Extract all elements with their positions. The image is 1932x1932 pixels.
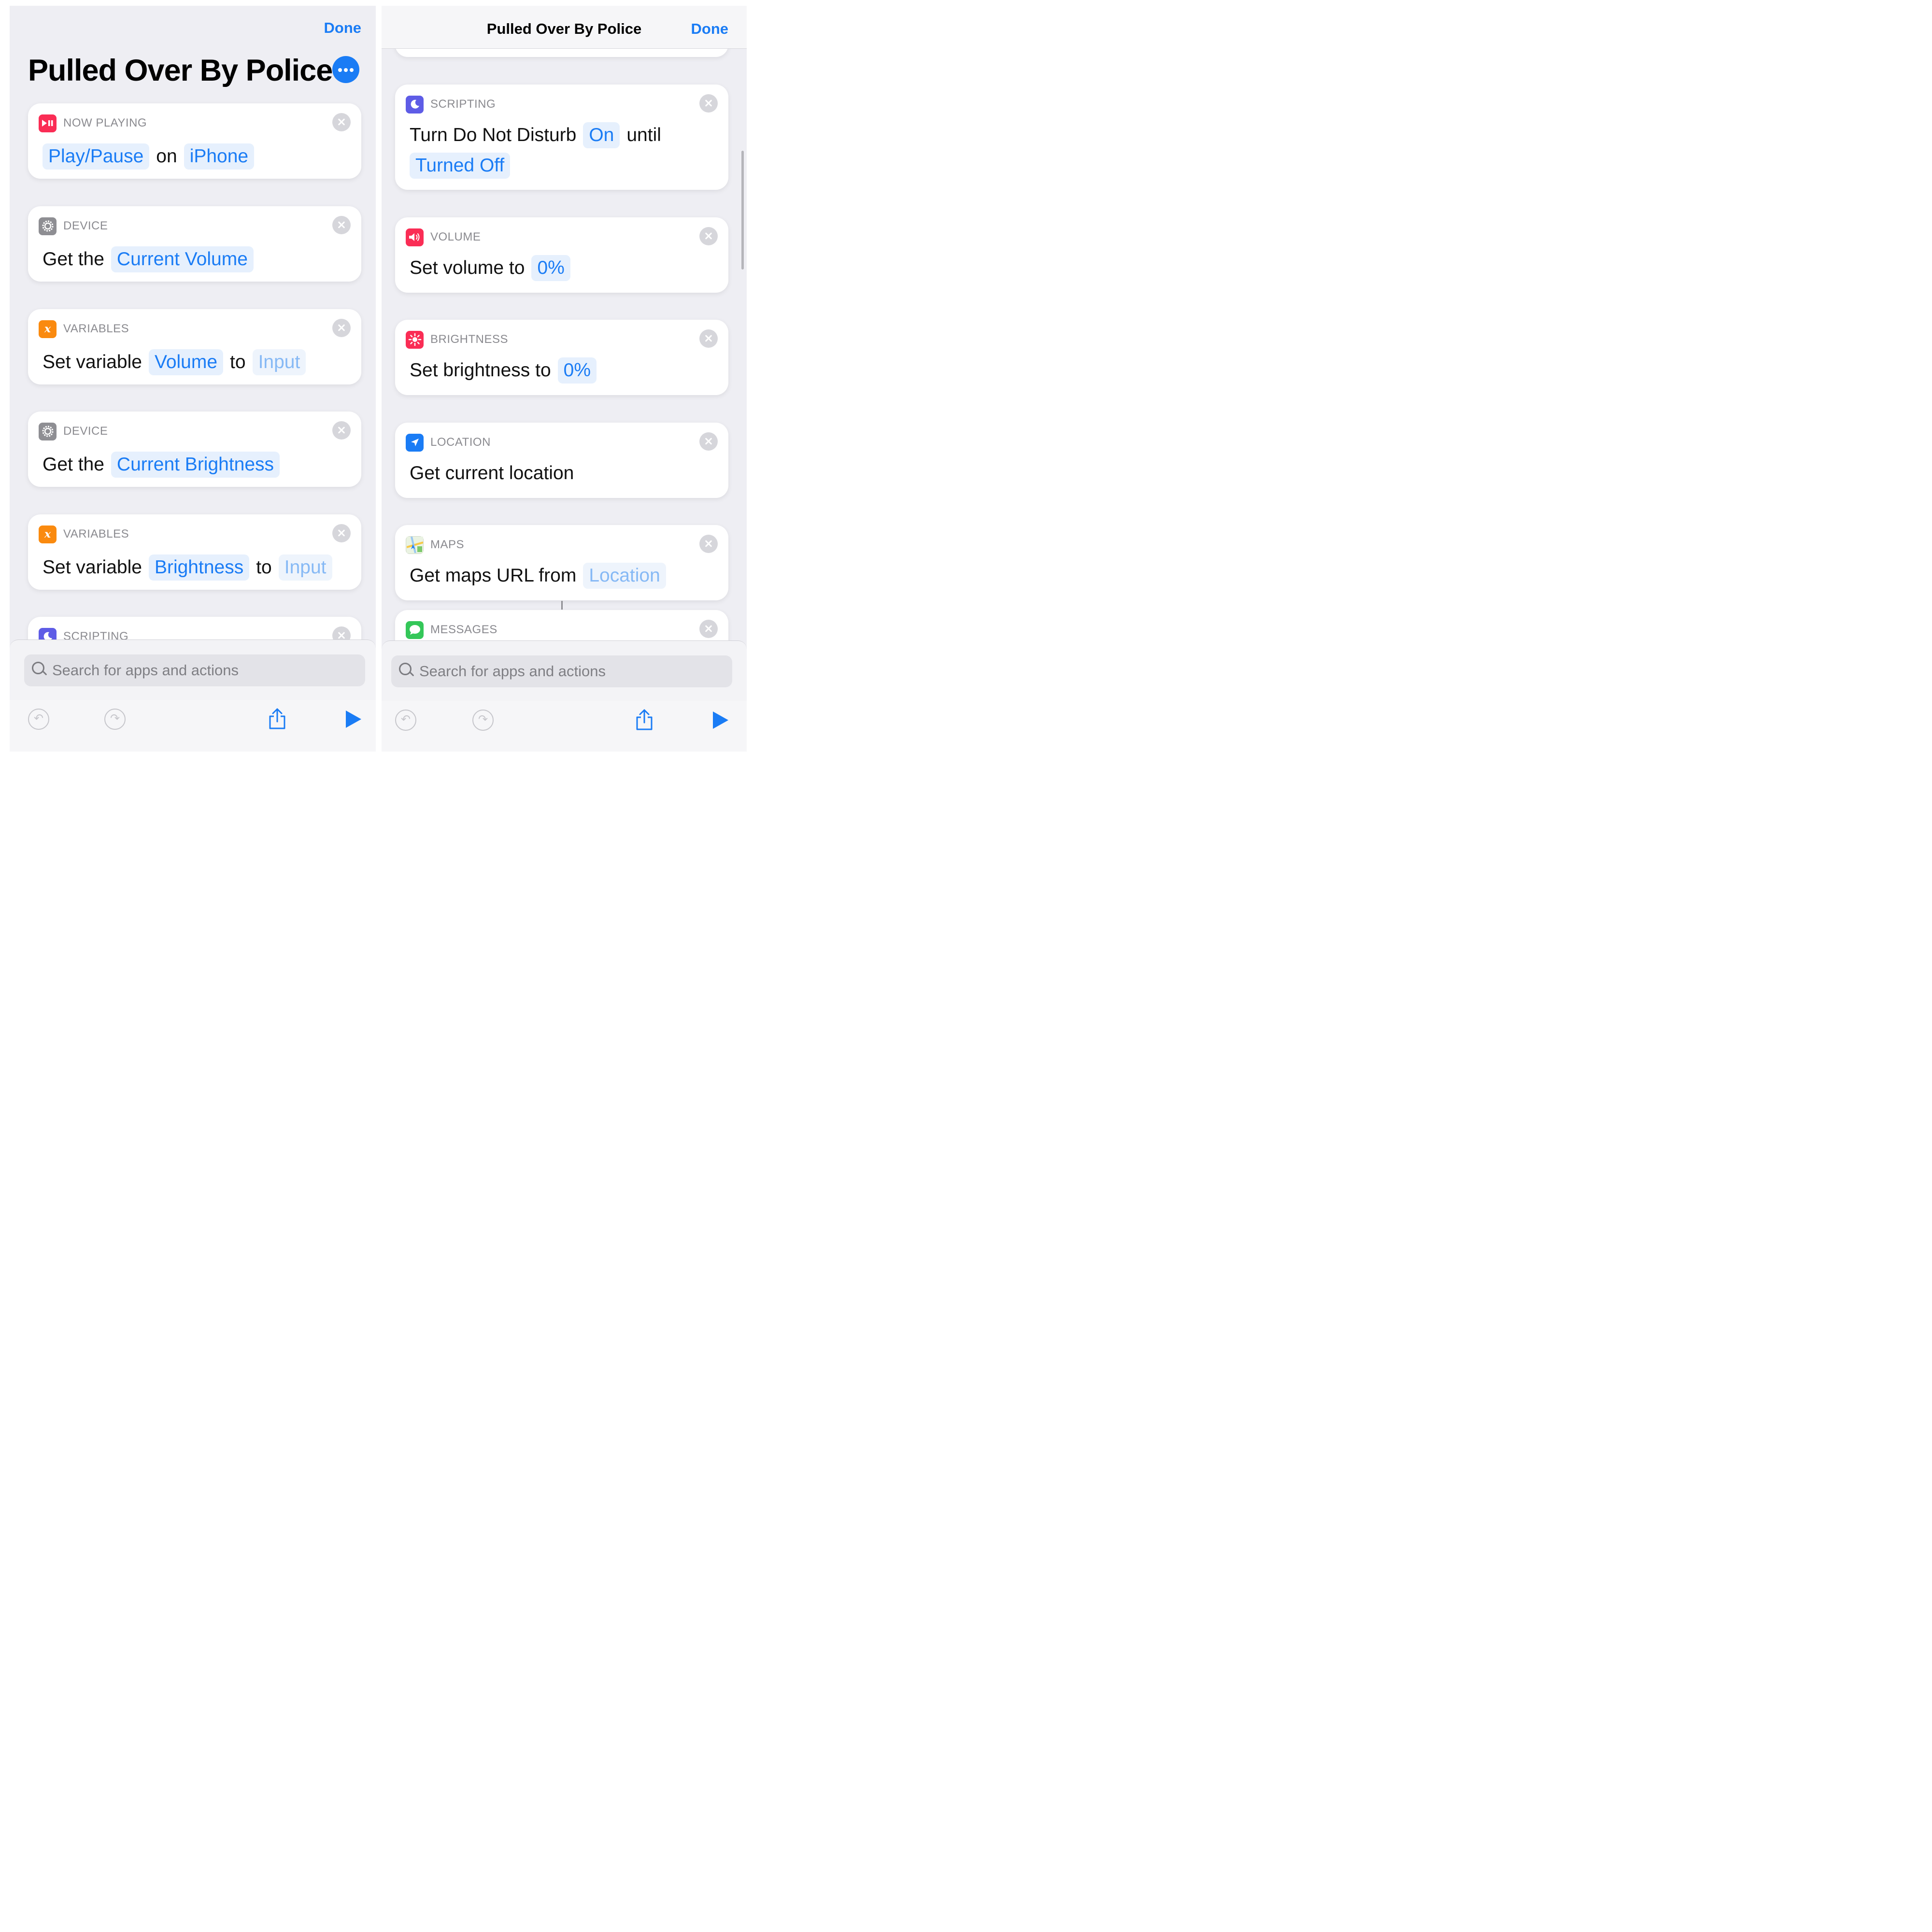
moon-icon (406, 95, 424, 114)
redo-icon[interactable]: ↷ (104, 709, 126, 730)
maps-icon (406, 536, 424, 554)
search-placeholder: Search for apps and actions (419, 663, 606, 680)
remove-action-icon[interactable] (332, 216, 351, 234)
action-card-device[interactable]: DEVICE Get the Current Volume (28, 206, 361, 282)
param-token[interactable]: 0% (557, 357, 597, 384)
shortcut-editor-right: Pulled Over By Police Done SCRIPTING Tur… (382, 6, 747, 752)
remove-action-icon[interactable] (699, 535, 718, 553)
location-arrow-icon (406, 433, 424, 452)
category-label: VARIABLES (63, 322, 129, 335)
category-label: LOCATION (430, 436, 491, 449)
sun-icon (406, 330, 424, 349)
share-icon[interactable] (268, 708, 289, 731)
remove-action-icon[interactable] (699, 329, 718, 348)
done-button[interactable]: Done (691, 20, 729, 38)
remove-action-icon[interactable] (332, 319, 351, 337)
action-text: Set volume to (410, 257, 525, 278)
editor-toolbar: ↶ ↷ (382, 701, 747, 752)
redo-icon[interactable]: ↷ (472, 710, 494, 731)
category-label: MESSAGES (430, 623, 497, 636)
category-label: BRIGHTNESS (430, 333, 509, 346)
action-connector (561, 601, 563, 610)
action-card-now-playing[interactable]: NOW PLAYING Play/Pause on iPhone (28, 103, 361, 179)
play-button[interactable] (713, 711, 734, 733)
share-icon[interactable] (635, 709, 656, 732)
param-token[interactable]: 0% (531, 255, 570, 281)
action-text: to (230, 352, 246, 372)
param-token[interactable]: iPhone (184, 143, 255, 170)
play-icon (346, 710, 361, 728)
category-label: MAPS (430, 538, 465, 551)
done-button[interactable]: Done (324, 19, 362, 37)
action-card-location[interactable]: LOCATION Get current location (395, 423, 728, 498)
action-text: on (156, 146, 177, 167)
action-card-scripting[interactable]: SCRIPTING Turn Do Not Disturb On until T… (395, 85, 728, 190)
play-button[interactable] (346, 710, 367, 732)
action-text: Set brightness to (410, 360, 551, 381)
action-card-variables[interactable]: x VARIABLES Set variable Brightness to I… (28, 514, 361, 590)
action-search-sheet: Search for apps and actions ↶ ↷ (10, 639, 376, 752)
param-token[interactable]: On (583, 122, 620, 148)
search-icon (31, 661, 50, 680)
page-title: Pulled Over By Police (28, 54, 333, 87)
action-search-sheet: Search for apps and actions ↶ ↷ (382, 640, 747, 752)
param-token[interactable]: Current Volume (111, 246, 254, 272)
gear-icon (39, 217, 57, 235)
remove-action-icon[interactable] (699, 227, 718, 245)
param-token[interactable]: Brightness (148, 554, 250, 581)
action-text: Get current location (410, 463, 574, 483)
param-token[interactable]: Play/Pause (43, 143, 150, 170)
action-text: Set variable (43, 352, 142, 372)
action-card-brightness[interactable]: BRIGHTNESS Set brightness to 0% (395, 320, 728, 395)
remove-action-icon[interactable] (699, 620, 718, 638)
variable-x-icon: x (39, 525, 57, 543)
search-input[interactable]: Search for apps and actions (391, 655, 732, 687)
play-pause-icon (39, 114, 57, 132)
action-text: Set variable (43, 557, 142, 578)
scrollbar[interactable] (741, 151, 744, 270)
shortcut-editor-left: Done Pulled Over By Police NOW PLAYING P… (10, 6, 376, 752)
param-token-placeholder[interactable]: Input (278, 554, 332, 581)
more-options-icon[interactable] (332, 56, 359, 83)
action-text: until (626, 125, 661, 145)
action-text: Get the (43, 454, 104, 475)
undo-icon[interactable]: ↶ (28, 709, 49, 730)
category-label: DEVICE (63, 425, 108, 438)
search-placeholder: Search for apps and actions (52, 662, 239, 679)
message-bubble-icon (406, 621, 424, 639)
remove-action-icon[interactable] (699, 94, 718, 113)
action-card-variables[interactable]: x VARIABLES Set variable Volume to Input (28, 309, 361, 384)
play-icon (713, 711, 728, 729)
param-token[interactable]: Current Brightness (111, 452, 280, 478)
remove-action-icon[interactable] (699, 432, 718, 451)
editor-toolbar: ↶ ↷ (10, 700, 376, 752)
category-label: SCRIPTING (430, 98, 496, 111)
navigation-bar: Pulled Over By Police Done (382, 6, 747, 49)
undo-icon[interactable]: ↶ (395, 710, 416, 731)
variable-x-icon: x (39, 320, 57, 338)
action-text: Get maps URL from (410, 565, 577, 586)
gear-icon (39, 422, 57, 440)
remove-action-icon[interactable] (332, 421, 351, 440)
category-label: NOW PLAYING (63, 116, 147, 129)
action-text: Turn Do Not Disturb (410, 125, 577, 145)
category-label: VOLUME (430, 230, 481, 243)
speaker-icon (406, 228, 424, 246)
action-text: Get the (43, 249, 104, 270)
remove-action-icon[interactable] (332, 524, 351, 542)
param-token-placeholder[interactable]: Input (252, 349, 306, 375)
category-label: DEVICE (63, 219, 108, 232)
search-input[interactable]: Search for apps and actions (24, 654, 365, 686)
action-card-device[interactable]: DEVICE Get the Current Brightness (28, 412, 361, 487)
param-token[interactable]: Turned Off (410, 153, 511, 179)
action-text: to (256, 557, 272, 578)
action-card-volume[interactable]: VOLUME Set volume to 0% (395, 217, 728, 293)
action-card-maps[interactable]: MAPS Get maps URL from Location (395, 525, 728, 600)
param-token[interactable]: Volume (148, 349, 224, 375)
param-token-placeholder[interactable]: Location (583, 563, 666, 589)
category-label: VARIABLES (63, 527, 129, 540)
remove-action-icon[interactable] (332, 113, 351, 131)
search-icon (398, 662, 417, 681)
